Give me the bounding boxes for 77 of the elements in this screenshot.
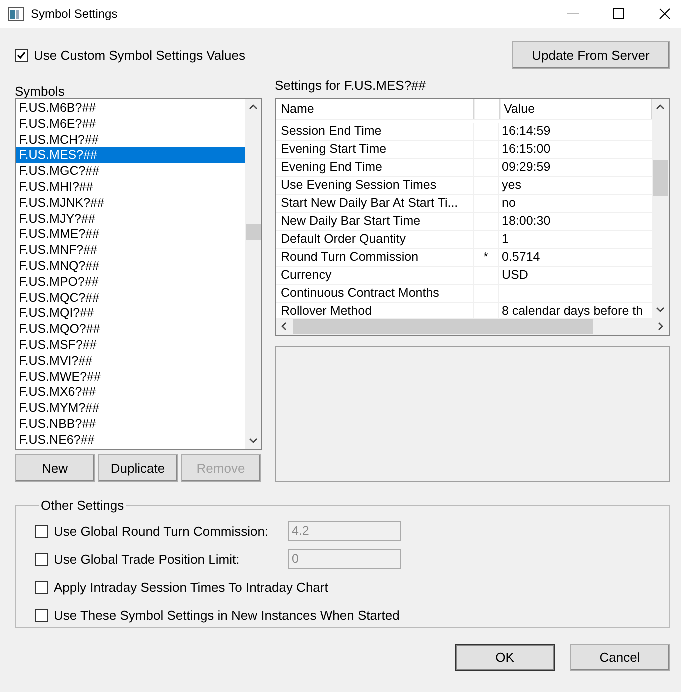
symbol-item[interactable]: F.US.MME?## xyxy=(16,226,245,242)
symbol-item[interactable]: F.US.MHI?## xyxy=(16,178,245,195)
scrollbar-thumb[interactable] xyxy=(293,319,593,334)
symbol-item[interactable]: F.US.MQO?## xyxy=(16,321,245,337)
scrollbar[interactable] xyxy=(245,99,261,449)
symbol-item[interactable]: F.US.MPO?## xyxy=(16,274,245,290)
symbol-item[interactable]: F.US.MJNK?## xyxy=(16,194,245,211)
property-name: Default Order Quantity xyxy=(280,231,408,248)
checkbox-label: Use These Symbol Settings in New Instances When Started xyxy=(54,608,400,622)
scroll-down-icon[interactable] xyxy=(656,307,665,313)
scroll-left-icon[interactable] xyxy=(281,322,287,331)
symbol-item[interactable]: F.US.MCH?## xyxy=(16,132,245,148)
property-name: Rollover Method xyxy=(280,303,374,318)
list-button[interactable]: Duplicate xyxy=(98,454,178,482)
property-name: Use Evening Session Times xyxy=(280,177,438,194)
checkbox[interactable] xyxy=(35,608,48,622)
property-value[interactable]: 8 calendar days before th xyxy=(502,304,644,318)
symbol-item[interactable]: F.US.MSF?## xyxy=(16,336,245,353)
symbol-item[interactable]: F.US.NE6?## xyxy=(16,432,245,448)
symbol-item[interactable]: F.US.M6B?## xyxy=(16,100,245,116)
property-value[interactable]: 1 xyxy=(502,232,509,246)
property-value[interactable]: 16:15:00 xyxy=(502,142,551,156)
scrollbar-thumb[interactable] xyxy=(246,224,260,240)
property-value[interactable]: 09:29:59 xyxy=(502,160,551,174)
group-title: Other Settings xyxy=(40,498,126,513)
update-button[interactable]: Update From Server xyxy=(512,41,670,69)
scroll-right-icon[interactable] xyxy=(658,322,664,331)
checkbox[interactable] xyxy=(35,552,48,566)
property-name: Session End Time xyxy=(280,123,383,140)
property-name: Currency xyxy=(280,267,333,284)
symbol-item[interactable]: F.US.MQC?## xyxy=(16,290,245,306)
symbol-item[interactable]: F.US.NBB?## xyxy=(16,416,245,432)
window-title: Symbol Settings xyxy=(31,7,118,21)
app-icon xyxy=(8,7,24,21)
property-name: Continuous Contract Months xyxy=(280,285,440,302)
symbol-item[interactable]: F.US.MQI?## xyxy=(16,305,245,322)
scroll-down-icon[interactable] xyxy=(248,438,258,444)
list-button[interactable]: New xyxy=(15,454,95,482)
symbols-label: Symbols xyxy=(15,84,66,98)
property-value[interactable]: yes xyxy=(502,178,522,192)
symbol-item[interactable]: F.US.MNQ?## xyxy=(16,258,245,274)
symbol-item[interactable]: F.US.MJY?## xyxy=(16,210,245,226)
checkbox-label: Apply Intraday Session Times To Intraday Chart xyxy=(54,580,328,594)
scroll-up-icon[interactable] xyxy=(656,104,665,110)
property-value[interactable]: 16:14:59 xyxy=(502,124,551,138)
symbol-item[interactable]: F.US.MWE?## xyxy=(16,368,245,384)
property-value[interactable]: USD xyxy=(502,268,528,282)
checkbox-label: Use Global Round Turn Commission: xyxy=(54,524,269,538)
symbol-item[interactable]: F.US.MES?## xyxy=(16,147,245,164)
property-name: Start New Daily Bar At Start Ti... xyxy=(280,195,460,212)
checkbox[interactable] xyxy=(35,524,48,538)
symbol-item[interactable]: F.US.MYM?## xyxy=(16,400,245,416)
maximize-icon[interactable] xyxy=(613,8,625,20)
property-name: New Daily Bar Start Time xyxy=(280,213,422,230)
symbol-item[interactable]: F.US.MGC?## xyxy=(16,163,245,179)
column-header[interactable]: Name xyxy=(276,99,474,119)
property-name: Evening Start Time xyxy=(280,141,388,158)
settings-title: Settings for F.US.MES?## xyxy=(275,78,428,95)
scroll-up-icon[interactable] xyxy=(248,104,258,110)
checkbox-label: Use Global Trade Position Limit: xyxy=(54,552,240,566)
modified-marker: * xyxy=(484,250,488,264)
close-icon[interactable] xyxy=(659,8,671,20)
dialog-button[interactable]: OK xyxy=(455,644,555,671)
symbol-item[interactable]: F.US.MX6?## xyxy=(16,384,245,400)
scrollbar-thumb[interactable] xyxy=(653,160,668,196)
symbol-item[interactable]: F.US.M6E?## xyxy=(16,116,245,132)
property-value[interactable]: 18:00:30 xyxy=(502,214,551,228)
symbol-item[interactable]: F.US.MVI?## xyxy=(16,352,245,369)
property-value[interactable]: no xyxy=(502,196,516,210)
property-value[interactable]: 0.5714 xyxy=(502,250,540,264)
property-name: Evening End Time xyxy=(280,159,384,176)
checkbox[interactable] xyxy=(15,48,28,62)
dialog-button[interactable]: Cancel xyxy=(570,644,670,671)
symbol-item[interactable]: F.US.MNF?## xyxy=(16,242,245,258)
property-name: Round Turn Commission xyxy=(280,249,420,266)
checkbox[interactable] xyxy=(35,580,48,594)
checkbox-label: Use Custom Symbol Settings Values xyxy=(34,48,246,62)
